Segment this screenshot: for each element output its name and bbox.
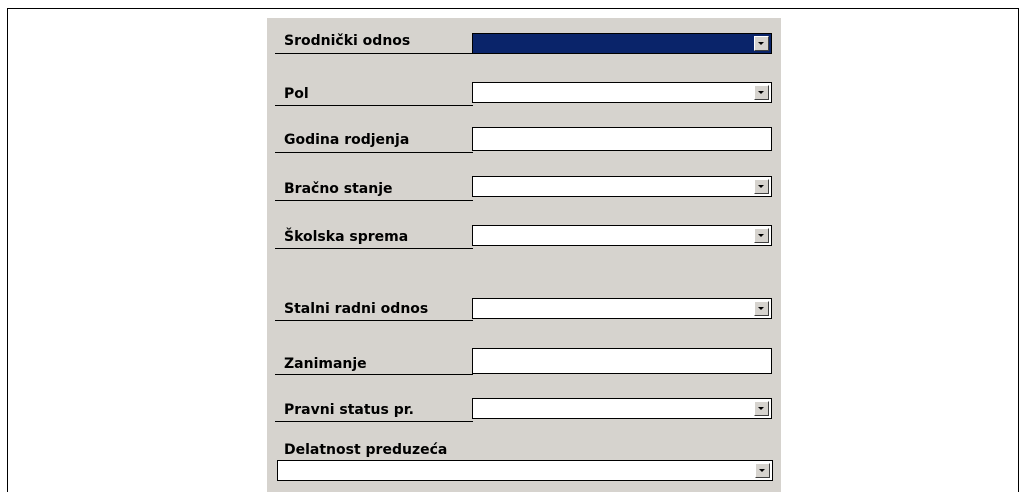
label-skolska-sprema: Školska sprema [284, 229, 409, 245]
label-stalni-radni-odnos: Stalni radni odnos [284, 301, 429, 317]
delatnost-preduzeca-dropdown[interactable] [277, 460, 773, 481]
chevron-down-icon [759, 469, 765, 472]
bracno-stanje-dropdown[interactable] [472, 176, 772, 197]
label-bracno-stanje: Bračno stanje [284, 181, 393, 197]
pol-dropdown[interactable] [472, 82, 772, 103]
dropdown-button[interactable] [755, 463, 770, 478]
divider [275, 374, 473, 375]
dropdown-button[interactable] [754, 36, 769, 51]
form-panel: Srodnički odnos Pol Godina rodjenja Brač… [267, 18, 781, 492]
skolska-sprema-dropdown[interactable] [472, 225, 772, 246]
divider [275, 421, 473, 422]
label-godina-rodjenja: Godina rodjenja [284, 132, 410, 148]
dropdown-button[interactable] [754, 228, 769, 243]
divider [275, 152, 473, 153]
srodnicki-odnos-dropdown[interactable] [472, 33, 772, 54]
chevron-down-icon [758, 407, 764, 410]
label-delatnost-preduzeca: Delatnost preduzeća [284, 442, 448, 458]
divider [275, 248, 473, 249]
divider [275, 320, 473, 321]
dropdown-button[interactable] [754, 85, 769, 100]
label-pravni-status: Pravni status pr. [284, 402, 414, 418]
dropdown-button[interactable] [754, 301, 769, 316]
chevron-down-icon [758, 234, 764, 237]
divider [275, 53, 473, 54]
dropdown-button[interactable] [754, 401, 769, 416]
pravni-status-dropdown[interactable] [472, 398, 772, 419]
label-zanimanje: Zanimanje [284, 356, 367, 372]
chevron-down-icon [758, 42, 764, 45]
godina-rodjenja-input[interactable] [472, 127, 772, 151]
chevron-down-icon [758, 185, 764, 188]
chevron-down-icon [758, 307, 764, 310]
divider [275, 200, 473, 201]
dropdown-button[interactable] [754, 179, 769, 194]
label-srodnicki-odnos: Srodnički odnos [284, 33, 411, 49]
divider [275, 105, 473, 106]
stalni-radni-odnos-dropdown[interactable] [472, 298, 772, 319]
chevron-down-icon [758, 91, 764, 94]
label-pol: Pol [284, 86, 309, 102]
zanimanje-input[interactable] [472, 348, 772, 374]
